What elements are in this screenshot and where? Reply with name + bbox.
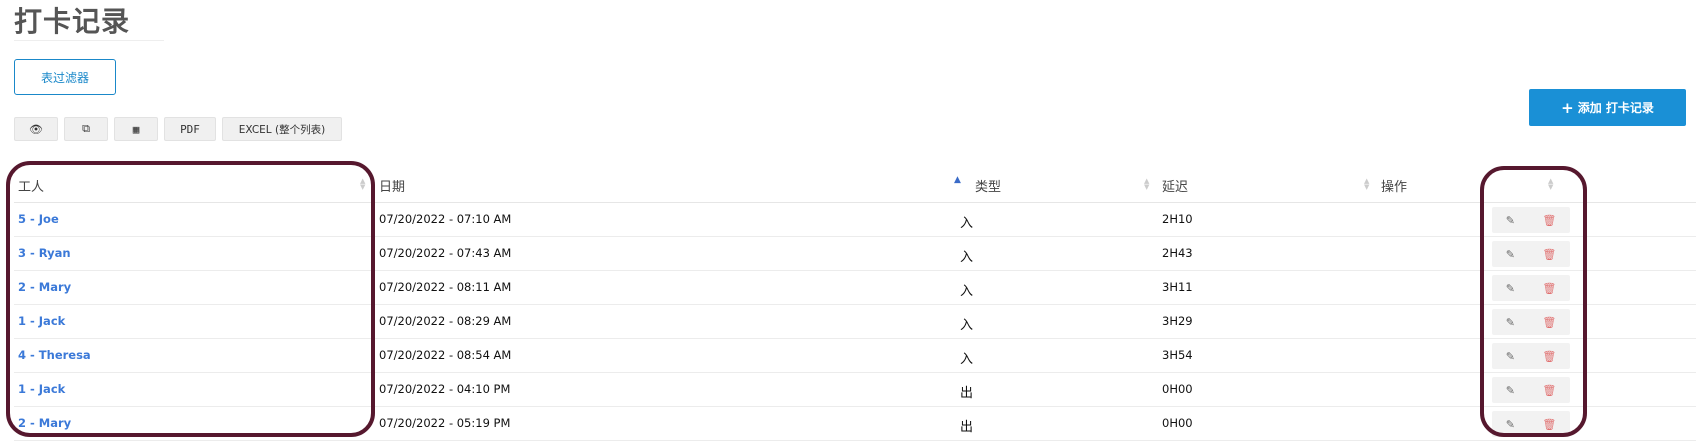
date-cell: 07/20/2022 - 08:54 AM xyxy=(379,348,512,362)
delay-cell: 3H54 xyxy=(1162,348,1193,362)
table-row: 3 - Ryan 07/20/2022 - 07:43 AM 入 2H43 ✎ … xyxy=(14,237,1696,271)
worker-link[interactable]: 1 - Jack xyxy=(18,314,65,328)
pdf-button[interactable]: PDF xyxy=(164,117,216,141)
type-cell: 出 xyxy=(960,386,974,401)
delay-cell: 3H29 xyxy=(1162,314,1193,328)
delay-cell: 2H43 xyxy=(1162,246,1193,260)
worker-link[interactable]: 2 - Mary xyxy=(18,280,71,294)
attendance-table: 工人 ▲ ▼ 日期 ▲ 类型 ▲ ▼ 延迟 ▲ ▼ 操作 ▲ ▼ 5 - Joe 07/… xyxy=(14,168,1696,441)
trash-icon[interactable]: 🗑 xyxy=(1542,385,1556,396)
add-record-button[interactable]: + 添加 打卡记录 xyxy=(1529,89,1686,126)
date-cell: 07/20/2022 - 08:11 AM xyxy=(379,280,512,294)
edit-icon[interactable]: ✎ xyxy=(1506,385,1515,396)
table-row: 2 - Mary 07/20/2022 - 05:19 PM 出 0H00 ✎ … xyxy=(14,407,1696,441)
table-row: 2 - Mary 07/20/2022 - 08:11 AM 入 3H11 ✎ … xyxy=(14,271,1696,305)
type-cell: 出 xyxy=(960,420,974,435)
plus-icon: + xyxy=(1561,98,1574,117)
title-divider xyxy=(14,40,164,41)
type-cell: 入 xyxy=(960,250,974,265)
edit-icon[interactable]: ✎ xyxy=(1506,419,1515,430)
column-visibility-button[interactable]: 👁 xyxy=(14,117,58,141)
type-cell: 入 xyxy=(960,352,974,367)
type-cell: 入 xyxy=(960,216,974,231)
date-cell: 07/20/2022 - 04:10 PM xyxy=(379,382,511,396)
table-row: 1 - Jack 07/20/2022 - 04:10 PM 出 0H00 ✎ … xyxy=(14,373,1696,407)
delay-cell: 0H00 xyxy=(1162,382,1193,396)
row-actions: ✎ 🗑 xyxy=(1492,275,1570,301)
date-cell: 07/20/2022 - 07:10 AM xyxy=(379,212,512,226)
delay-cell: 3H11 xyxy=(1162,280,1193,294)
date-cell: 07/20/2022 - 05:19 PM xyxy=(379,416,511,430)
trash-icon[interactable]: 🗑 xyxy=(1542,351,1556,362)
copy-button[interactable]: ⧉ xyxy=(64,117,108,141)
type-cell: 入 xyxy=(960,318,974,333)
sort-icon[interactable]: ▲ ▼ xyxy=(1144,178,1149,191)
row-actions: ✎ 🗑 xyxy=(1492,241,1570,267)
row-actions: ✎ 🗑 xyxy=(1492,207,1570,233)
edit-icon[interactable]: ✎ xyxy=(1506,351,1515,362)
export-toolbar: 👁 ⧉ ▦ PDF EXCEL (整个列表) xyxy=(14,117,342,141)
worker-link[interactable]: 2 - Mary xyxy=(18,416,71,430)
delay-cell: 0H00 xyxy=(1162,416,1193,430)
add-record-label: 添加 打卡记录 xyxy=(1577,101,1654,115)
table-row: 1 - Jack 07/20/2022 - 08:29 AM 入 3H29 ✎ … xyxy=(14,305,1696,339)
edit-icon[interactable]: ✎ xyxy=(1506,317,1515,328)
row-actions: ✎ 🗑 xyxy=(1492,309,1570,335)
table-row: 5 - Joe 07/20/2022 - 07:10 AM 入 2H10 ✎ 🗑 xyxy=(14,203,1696,237)
page-title: 打卡记录 xyxy=(14,5,131,38)
sort-icon[interactable]: ▲ ▼ xyxy=(360,178,365,191)
worker-link[interactable]: 5 - Joe xyxy=(18,212,59,226)
trash-icon[interactable]: 🗑 xyxy=(1542,249,1556,260)
header-actions: 操作 xyxy=(1381,180,1408,195)
worker-link[interactable]: 4 - Theresa xyxy=(18,348,91,362)
row-actions: ✎ 🗑 xyxy=(1492,377,1570,403)
edit-icon[interactable]: ✎ xyxy=(1506,249,1515,260)
sort-icon[interactable]: ▲ ▼ xyxy=(1548,178,1553,191)
table-row: 4 - Theresa 07/20/2022 - 08:54 AM 入 3H54… xyxy=(14,339,1696,373)
delay-cell: 2H10 xyxy=(1162,212,1193,226)
edit-icon[interactable]: ✎ xyxy=(1506,215,1515,226)
header-delay[interactable]: 延迟 xyxy=(1162,176,1188,195)
worker-link[interactable]: 3 - Ryan xyxy=(18,246,71,260)
trash-icon[interactable]: 🗑 xyxy=(1542,419,1556,430)
row-actions: ✎ 🗑 xyxy=(1492,343,1570,369)
csv-button[interactable]: ▦ xyxy=(114,117,158,141)
worker-link[interactable]: 1 - Jack xyxy=(18,382,65,396)
copy-icon: ⧉ xyxy=(82,122,90,135)
trash-icon[interactable]: 🗑 xyxy=(1542,283,1556,294)
header-worker[interactable]: 工人 xyxy=(18,176,44,195)
header-date[interactable]: 日期 xyxy=(379,176,405,195)
row-actions: ✎ 🗑 xyxy=(1492,411,1570,437)
table-filter-button[interactable]: 表过滤器 xyxy=(14,59,116,95)
sort-icon[interactable]: ▲ ▼ xyxy=(1364,178,1369,191)
date-cell: 07/20/2022 - 07:43 AM xyxy=(379,246,512,260)
sort-asc-icon[interactable]: ▲ xyxy=(954,176,961,185)
trash-icon[interactable]: 🗑 xyxy=(1542,215,1556,226)
date-cell: 07/20/2022 - 08:29 AM xyxy=(379,314,512,328)
trash-icon[interactable]: 🗑 xyxy=(1542,317,1556,328)
eye-icon: 👁 xyxy=(29,122,43,136)
edit-icon[interactable]: ✎ xyxy=(1506,283,1515,294)
table-icon: ▦ xyxy=(132,122,140,136)
header-type[interactable]: 类型 xyxy=(975,176,1001,195)
excel-button[interactable]: EXCEL (整个列表) xyxy=(222,117,342,141)
table-header: 工人 ▲ ▼ 日期 ▲ 类型 ▲ ▼ 延迟 ▲ ▼ 操作 ▲ ▼ xyxy=(14,168,1696,203)
type-cell: 入 xyxy=(960,284,974,299)
